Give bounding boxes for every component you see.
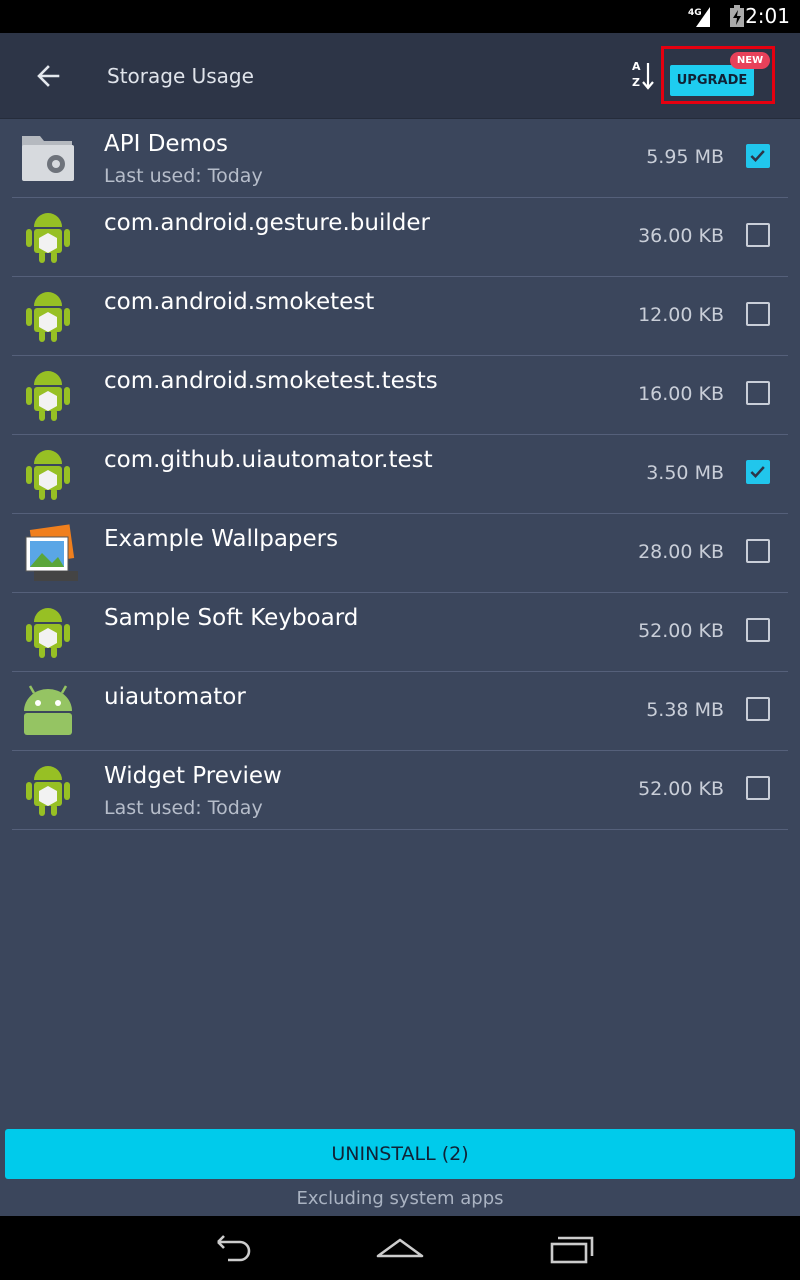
battery-icon xyxy=(730,5,744,27)
checkbox[interactable] xyxy=(746,776,770,800)
svg-text:4G: 4G xyxy=(688,8,702,18)
checkbox[interactable] xyxy=(746,381,770,405)
status-bar: 4G 2:01 xyxy=(0,0,800,33)
list-item[interactable]: uiautomator 5.38 MB xyxy=(12,672,788,751)
list-item[interactable]: com.android.gesture.builder 36.00 KB xyxy=(12,198,788,277)
android-package-icon xyxy=(26,371,70,421)
android-package-icon xyxy=(26,608,70,658)
upgrade-button[interactable]: UPGRADE xyxy=(670,65,754,96)
nav-bar xyxy=(0,1216,800,1280)
app-list: API Demos Last used: Today 5.95 MB com.a… xyxy=(0,119,800,830)
page-title: Storage Usage xyxy=(107,64,254,88)
list-item[interactable]: com.android.smoketest 12.00 KB xyxy=(12,277,788,356)
list-item[interactable]: com.github.uiautomator.test 3.50 MB xyxy=(12,435,788,514)
back-nav-icon[interactable] xyxy=(204,1230,256,1266)
checkbox[interactable] xyxy=(746,144,770,168)
svg-text:A: A xyxy=(632,60,641,73)
list-item[interactable]: Widget Preview Last used: Today 52.00 KB xyxy=(12,751,788,830)
list-item[interactable]: API Demos Last used: Today 5.95 MB xyxy=(12,119,788,198)
cell-signal-icon: 4G xyxy=(688,7,710,27)
home-nav-icon[interactable] xyxy=(374,1230,426,1266)
android-package-icon xyxy=(26,766,70,816)
checkbox[interactable] xyxy=(746,697,770,721)
app-bar: Storage Usage A Z UPGRADE NEW xyxy=(0,33,800,119)
sort-az-icon[interactable]: A Z xyxy=(624,57,660,97)
clock: 2:01 xyxy=(745,4,790,28)
android-package-icon xyxy=(26,292,70,342)
svg-text:Z: Z xyxy=(632,76,640,89)
checkbox[interactable] xyxy=(746,302,770,326)
upgrade-highlight[interactable]: UPGRADE NEW xyxy=(661,46,775,104)
checkbox[interactable] xyxy=(746,618,770,642)
android-package-icon xyxy=(26,450,70,500)
new-badge: NEW xyxy=(730,52,770,69)
footnote: Excluding system apps xyxy=(296,1188,504,1209)
list-item[interactable]: Sample Soft Keyboard 52.00 KB xyxy=(12,593,788,672)
list-item[interactable]: com.android.smoketest.tests 16.00 KB xyxy=(12,356,788,435)
back-arrow-icon[interactable] xyxy=(32,59,66,93)
folder-gear-icon xyxy=(22,136,74,181)
wallpaper-photos-icon xyxy=(25,524,78,581)
uninstall-button[interactable]: UNINSTALL (2) xyxy=(5,1129,795,1179)
recents-nav-icon[interactable] xyxy=(546,1230,598,1266)
checkbox[interactable] xyxy=(746,223,770,247)
checkbox[interactable] xyxy=(746,539,770,563)
checkbox[interactable] xyxy=(746,460,770,484)
android-package-icon xyxy=(26,213,70,263)
list-item[interactable]: Example Wallpapers 28.00 KB xyxy=(12,514,788,593)
android-head-icon xyxy=(24,685,72,735)
